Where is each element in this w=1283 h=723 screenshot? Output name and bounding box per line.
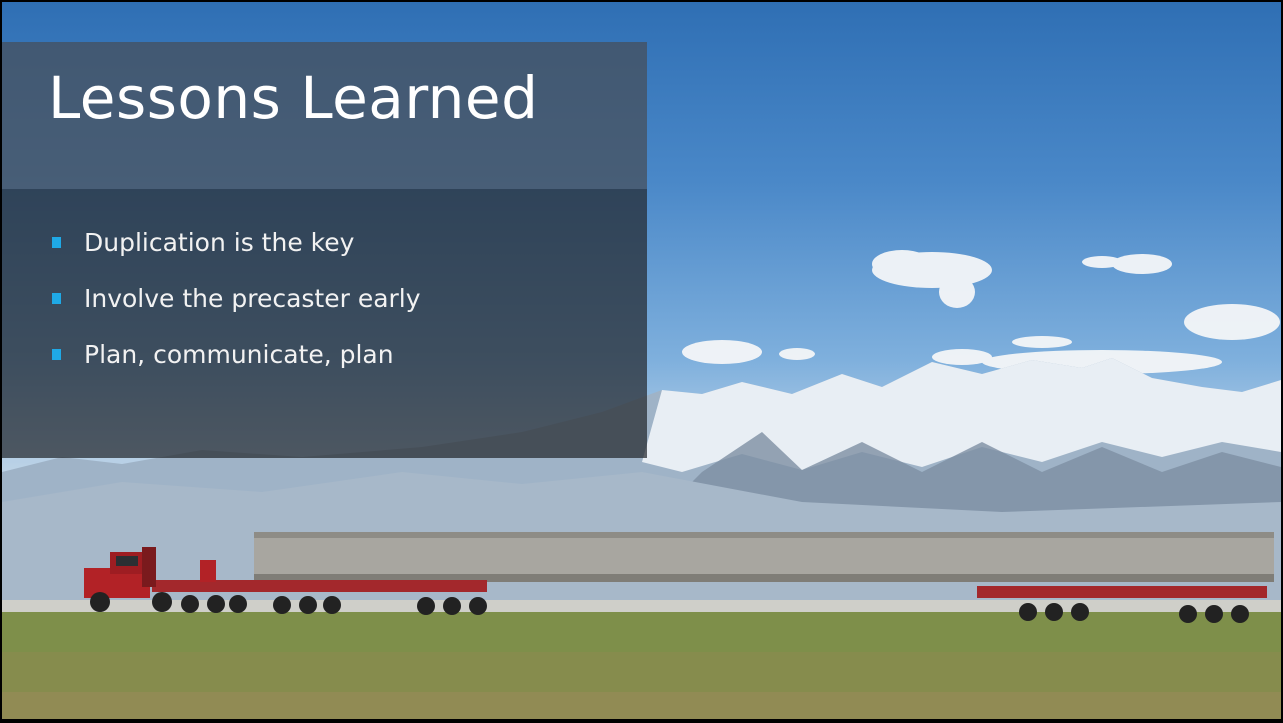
list-item: Involve the precaster early [52,276,421,320]
slide-title: Lessons Learned [48,64,539,132]
clouds [682,250,1280,374]
bullet-text: Duplication is the key [84,227,355,257]
bullet-text: Plan, communicate, plan [84,339,394,369]
slide: Lessons Learned Duplication is the key I… [2,2,1281,719]
bullet-text: Involve the precaster early [84,283,421,313]
bullet-square-icon [52,236,61,248]
list-item: Duplication is the key [52,220,421,264]
list-item: Plan, communicate, plan [52,332,421,376]
bullet-square-icon [52,292,61,304]
trailer-rear [977,586,1267,598]
bullet-list: Duplication is the key Involve the preca… [52,220,421,388]
bullet-square-icon [52,348,61,360]
